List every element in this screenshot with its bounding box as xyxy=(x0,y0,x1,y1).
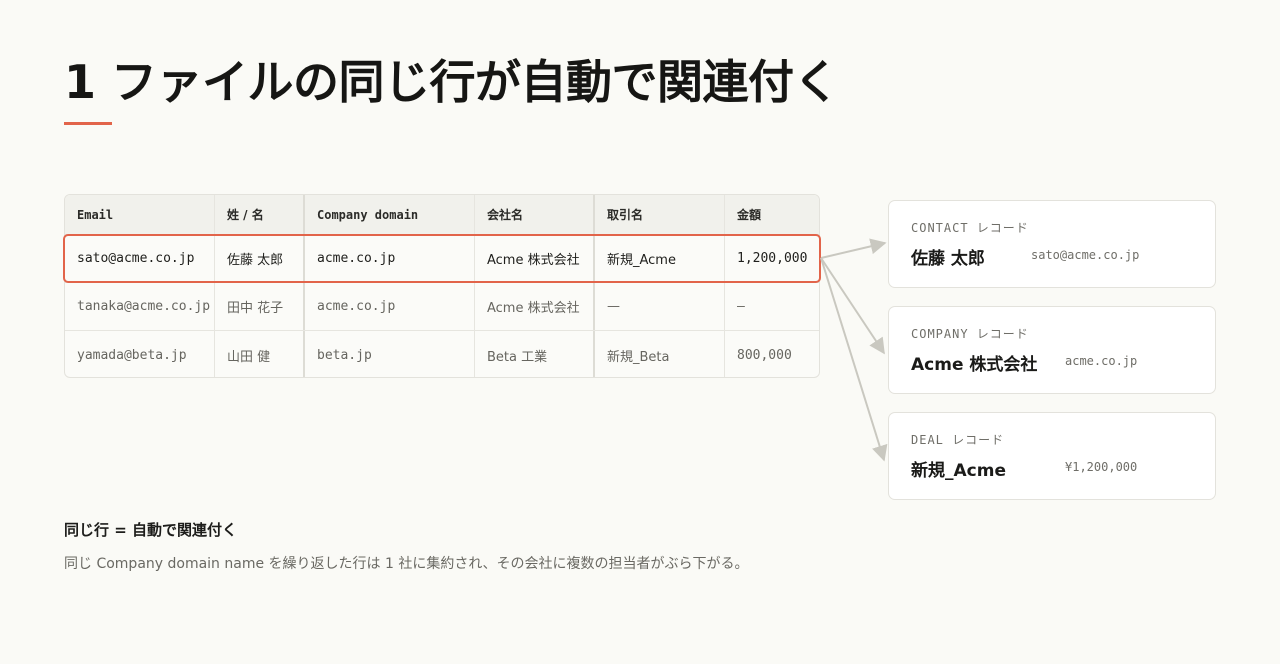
cell-name: 山田 健 xyxy=(215,331,305,377)
cell-company-domain: acme.co.jp xyxy=(305,283,475,330)
record-type-label: DEAL レコード xyxy=(911,433,1005,447)
table-row: tanaka@acme.co.jp 田中 花子 acme.co.jp Acme … xyxy=(65,283,819,331)
column-header-email: Email xyxy=(65,195,215,234)
cell-deal-name: 新規_Acme xyxy=(595,235,725,282)
column-header-company-name: 会社名 xyxy=(475,195,595,234)
cell-company-domain: beta.jp xyxy=(305,331,475,377)
cell-company-domain: acme.co.jp xyxy=(305,235,475,282)
table-row: sato@acme.co.jp 佐藤 太郎 acme.co.jp Acme 株式… xyxy=(65,235,819,283)
record-meta: acme.co.jp xyxy=(1065,354,1138,368)
title-underline xyxy=(64,122,112,125)
record-type-label: COMPANY レコード xyxy=(911,327,1029,341)
cell-company-name: Beta 工業 xyxy=(475,331,595,377)
cell-amount: — xyxy=(737,299,745,314)
connector-deal xyxy=(820,257,888,462)
cell-deal-name: — xyxy=(595,283,725,330)
cell-name: 佐藤 太郎 xyxy=(215,235,305,282)
column-header-name: 姓 / 名 xyxy=(215,195,305,234)
cell-company-name: Acme 株式会社 xyxy=(475,235,595,282)
record-type-label: CONTACT レコード xyxy=(911,221,1029,235)
column-header-company-domain: Company domain xyxy=(305,195,475,234)
cell-name: 田中 花子 xyxy=(215,283,305,330)
note-title: 同じ行 = 自動で関連付く xyxy=(64,521,238,539)
record-name: 佐藤 太郎 xyxy=(911,249,985,269)
column-header-deal-name: 取引名 xyxy=(595,195,725,234)
table-header-row: Email 姓 / 名 Company domain 会社名 取引名 金額 xyxy=(65,195,819,235)
cell-company-name: Acme 株式会社 xyxy=(475,283,595,330)
page-title: 1 ファイルの同じ行が自動で関連付く xyxy=(64,55,840,109)
record-name: 新規_Acme xyxy=(911,461,1006,481)
record-name: Acme 株式会社 xyxy=(911,355,1038,375)
deal-record-card: DEAL レコード 新規_Acme ¥1,200,000 xyxy=(888,412,1216,500)
cell-email: tanaka@acme.co.jp xyxy=(65,283,215,330)
cell-deal-name: 新規_Beta xyxy=(595,331,725,377)
cell-email: sato@acme.co.jp xyxy=(65,235,215,282)
company-record-card: COMPANY レコード Acme 株式会社 acme.co.jp xyxy=(888,306,1216,394)
record-meta: sato@acme.co.jp xyxy=(1031,248,1140,262)
note-body: 同じ Company domain name を繰り返した行は 1 社に集約され… xyxy=(64,556,749,572)
connector-company xyxy=(820,257,885,355)
spreadsheet-table: Email 姓 / 名 Company domain 会社名 取引名 金額 sa… xyxy=(64,194,820,378)
connector-contact xyxy=(820,238,887,259)
column-header-amount: 金額 xyxy=(737,208,762,222)
cell-amount: 800,000 xyxy=(737,347,792,363)
cell-amount: 1,200,000 xyxy=(737,251,808,266)
record-meta: ¥1,200,000 xyxy=(1065,460,1138,474)
contact-record-card: CONTACT レコード 佐藤 太郎 sato@acme.co.jp xyxy=(888,200,1216,288)
table-row: yamada@beta.jp 山田 健 beta.jp Beta 工業 新規_B… xyxy=(65,331,819,377)
cell-email: yamada@beta.jp xyxy=(65,331,215,377)
